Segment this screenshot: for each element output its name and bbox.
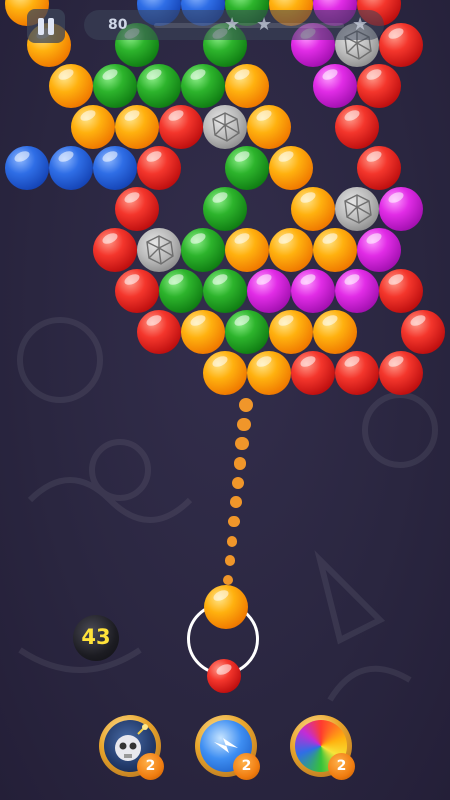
orange-bubble (313, 228, 357, 272)
star-icon: ★ (224, 14, 241, 35)
booster-count-badge: 2 (233, 753, 260, 780)
red-bubble (115, 187, 159, 231)
red-bubble (357, 146, 401, 190)
stone-bubble (203, 105, 247, 149)
star-icon: ★ (352, 14, 369, 35)
orange-bubble (49, 64, 93, 108)
aim-dot (224, 555, 236, 566)
orange-bubble (225, 228, 269, 272)
loaded-bubble[interactable] (204, 585, 248, 629)
red-bubble (401, 310, 445, 354)
star-icon: ★ (256, 14, 273, 35)
orange-bubble (181, 310, 225, 354)
orange-bubble (115, 105, 159, 149)
score-value: 80 (108, 17, 128, 33)
booster-count-badge: 2 (137, 753, 164, 780)
aim-dot (233, 457, 247, 470)
score-panel: 80 ★ ★ ★ (84, 10, 384, 40)
red-bubble (335, 105, 379, 149)
green-bubble (225, 310, 269, 354)
orange-bubble (71, 105, 115, 149)
shots-remaining-counter: 43 (73, 615, 119, 661)
aim-dot (237, 417, 251, 432)
green-bubble (203, 187, 247, 231)
green-bubble (181, 64, 225, 108)
green-bubble (181, 228, 225, 272)
red-bubble (93, 228, 137, 272)
aim-dot (223, 575, 233, 585)
green-bubble (225, 146, 269, 190)
orange-bubble (269, 310, 313, 354)
red-bubble (137, 310, 181, 354)
red-bubble (357, 64, 401, 108)
green-bubble (203, 269, 247, 313)
top-hud: 80 ★ ★ ★ (0, 0, 450, 52)
orange-bubble (247, 105, 291, 149)
magenta-bubble (313, 64, 357, 108)
orange-bubble (291, 187, 335, 231)
next-bubble[interactable] (207, 659, 241, 693)
green-bubble (137, 64, 181, 108)
pause-icon-bar (48, 18, 54, 35)
red-bubble (291, 351, 335, 395)
magenta-bubble (291, 269, 335, 313)
bomb-booster-button[interactable]: 2 (99, 715, 164, 780)
orange-bubble (247, 351, 291, 395)
game-stage[interactable]: 80 ★ ★ ★ 43 2 2 2 (0, 0, 450, 800)
pause-button[interactable] (27, 9, 65, 43)
aim-dot (231, 476, 245, 489)
aim-dot (230, 496, 242, 509)
red-bubble (379, 269, 423, 313)
red-bubble (335, 351, 379, 395)
orange-bubble (269, 146, 313, 190)
stone-bubble (137, 228, 181, 272)
aim-dot (228, 516, 240, 528)
score-progress-track (154, 23, 344, 28)
red-bubble (159, 105, 203, 149)
aim-dot (239, 398, 253, 412)
magenta-bubble (379, 187, 423, 231)
magenta-bubble (247, 269, 291, 313)
aim-dot (226, 535, 238, 547)
red-bubble (137, 146, 181, 190)
stone-bubble (335, 187, 379, 231)
magenta-bubble (335, 269, 379, 313)
orange-bubble (313, 310, 357, 354)
magenta-bubble (357, 228, 401, 272)
orange-bubble (203, 351, 247, 395)
aim-dot (235, 437, 249, 451)
shots-remaining-value: 43 (81, 625, 111, 649)
orange-bubble (269, 228, 313, 272)
blue-bubble (49, 146, 93, 190)
green-bubble (159, 269, 203, 313)
pause-icon (38, 18, 44, 35)
red-bubble (115, 269, 159, 313)
lightning-booster-button[interactable]: 2 (195, 715, 260, 780)
blue-bubble (93, 146, 137, 190)
blue-bubble (5, 146, 49, 190)
green-bubble (93, 64, 137, 108)
orange-bubble (225, 64, 269, 108)
rainbow-booster-button[interactable]: 2 (290, 715, 355, 780)
booster-count-badge: 2 (328, 753, 355, 780)
red-bubble (379, 351, 423, 395)
